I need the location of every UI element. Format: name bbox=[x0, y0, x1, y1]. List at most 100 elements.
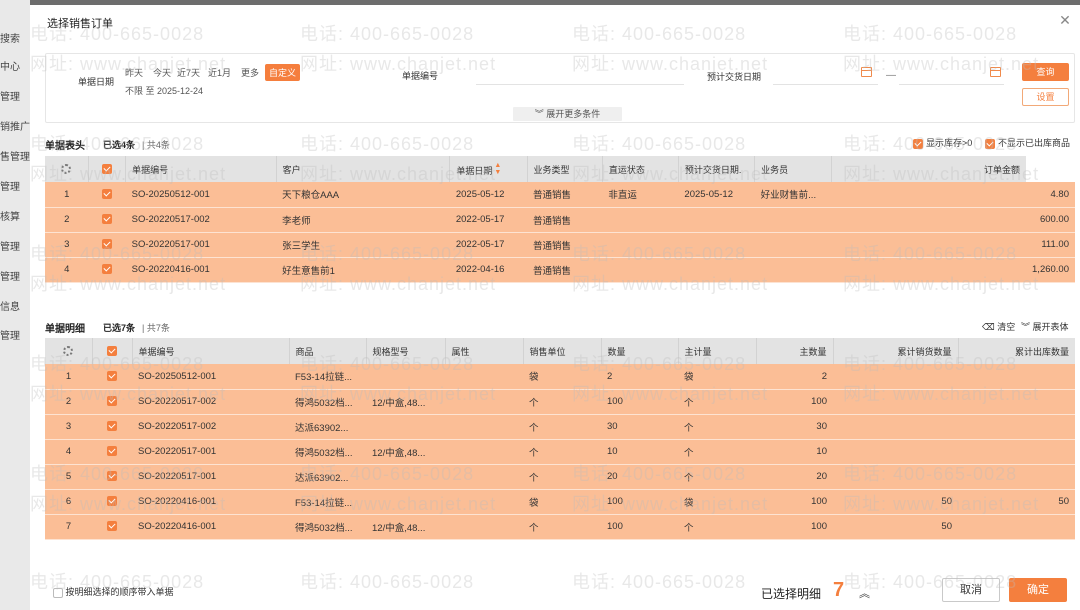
row-checkbox[interactable] bbox=[88, 207, 126, 233]
row-checkbox[interactable] bbox=[88, 257, 126, 283]
cancel-button[interactable]: 取消 bbox=[942, 578, 1000, 602]
date-option-custom[interactable]: 自定义 bbox=[265, 64, 301, 81]
gear-icon[interactable] bbox=[63, 346, 74, 357]
background-nav-item: 信息 bbox=[0, 302, 20, 313]
table-row[interactable]: 3 SO-20220517-001 张三学生 2022-05-17 普通销售 111.00 bbox=[45, 232, 1075, 258]
table-row[interactable]: 1 SO-20250512-001 天下粮仓AAA 2025-05-12 普通销售 非直运… bbox=[45, 182, 1075, 208]
checkbox-checked-icon[interactable] bbox=[107, 521, 117, 532]
row-checkbox[interactable] bbox=[92, 389, 132, 415]
col-salesperson[interactable]: 业务员 bbox=[754, 156, 833, 182]
order-by-selection-option[interactable]: 按明细选择的顺序带入单据 bbox=[53, 585, 174, 598]
sort-icon[interactable]: ▲ ▼ bbox=[494, 162, 501, 176]
table-row[interactable]: 1 SO-20250512-001 F53-14拉链... 袋 2 袋 2 bbox=[45, 364, 1075, 390]
checkbox-checked-icon[interactable] bbox=[102, 214, 113, 225]
calendar-icon[interactable] bbox=[861, 67, 872, 77]
query-button[interactable]: 查询 bbox=[1022, 63, 1069, 81]
cell-sales-unit: 个 bbox=[523, 464, 601, 490]
checkbox-checked-icon[interactable] bbox=[107, 471, 117, 482]
checkbox-checked-icon[interactable] bbox=[107, 371, 117, 382]
expand-body-button[interactable]: ︾ 展开表体 bbox=[1021, 320, 1069, 333]
row-checkbox[interactable] bbox=[88, 232, 126, 258]
checkbox-unchecked-icon[interactable] bbox=[53, 587, 63, 598]
date-option-more[interactable]: 更多 bbox=[241, 66, 259, 79]
cell-cum-out bbox=[958, 364, 1075, 390]
checkbox-checked-icon[interactable] bbox=[913, 138, 923, 149]
col-sales-unit[interactable]: 销售单位 bbox=[523, 338, 602, 364]
col-main-unit[interactable]: 主计量 bbox=[678, 338, 757, 364]
col-main-qty[interactable]: 主数量 bbox=[756, 338, 834, 364]
gear-icon[interactable] bbox=[61, 164, 72, 175]
col-doc-no[interactable]: 单据编号 bbox=[125, 156, 277, 182]
checkbox-checked-icon[interactable] bbox=[107, 446, 117, 457]
date-option-yesterday[interactable]: 昨天 bbox=[125, 66, 143, 79]
clear-button[interactable]: ⌫ 清空 bbox=[982, 320, 1015, 333]
checkbox-checked-icon[interactable] bbox=[102, 264, 113, 275]
close-icon[interactable]: ✕ bbox=[1058, 13, 1072, 27]
col-biz-type[interactable]: 业务类型 bbox=[527, 156, 603, 182]
chevron-up-icon[interactable]: ︽ bbox=[859, 585, 870, 601]
date-option-7days[interactable]: 近7天 bbox=[177, 66, 200, 79]
doc-no-input[interactable] bbox=[476, 84, 684, 85]
background-nav-item: 管理 bbox=[0, 331, 20, 342]
expand-more-conditions[interactable]: ︾ 展开更多条件 bbox=[513, 107, 622, 121]
row-checkbox[interactable] bbox=[92, 414, 132, 440]
col-customer[interactable]: 客户 bbox=[276, 156, 451, 182]
cell-salesperson: 好业财售前... bbox=[754, 182, 832, 208]
col-doc-date[interactable]: 单据日期▲ ▼ bbox=[449, 156, 528, 182]
row-checkbox[interactable] bbox=[92, 514, 132, 540]
col-order-amount[interactable]: 订单金额 bbox=[831, 156, 1027, 182]
header-selected-count: 已选4条 bbox=[103, 140, 136, 150]
col-attribute[interactable]: 属性 bbox=[445, 338, 524, 364]
table-row[interactable]: 4 SO-20220517-001 得鸿5032档... 12/中盒,48... 个 10… bbox=[45, 439, 1075, 465]
col-spec[interactable]: 规格型号 bbox=[366, 338, 446, 364]
row-checkbox[interactable] bbox=[88, 182, 126, 208]
select-all-checkbox[interactable] bbox=[88, 156, 127, 182]
table-row[interactable]: 2 SO-20220517-002 李老师 2022-05-17 普通销售 600.00 bbox=[45, 207, 1075, 233]
date-option-1month[interactable]: 近1月 bbox=[208, 66, 231, 79]
col-cum-out[interactable]: 累计出库数量 bbox=[958, 338, 1075, 364]
delivery-date-start-input[interactable] bbox=[773, 84, 878, 85]
column-settings[interactable] bbox=[45, 156, 89, 182]
col-cum-sales[interactable]: 累计销货数量 bbox=[833, 338, 959, 364]
row-checkbox[interactable] bbox=[92, 439, 132, 465]
select-all-checkbox[interactable] bbox=[92, 338, 133, 364]
checkbox-checked-icon[interactable] bbox=[102, 164, 113, 175]
checkbox-checked-icon[interactable] bbox=[107, 346, 117, 357]
table-row[interactable]: 7 SO-20220416-001 得鸿5032档... 12/中盒,48... 个 10… bbox=[45, 514, 1075, 540]
cell-sales-unit: 袋 bbox=[523, 489, 601, 515]
delivery-date-end-input[interactable] bbox=[899, 84, 1004, 85]
calendar-icon[interactable] bbox=[990, 67, 1001, 77]
checkbox-checked-icon[interactable] bbox=[107, 396, 117, 407]
col-product[interactable]: 商品 bbox=[289, 338, 367, 364]
table-row[interactable]: 6 SO-20220416-001 F53-14拉链... 袋 100 袋 100 50 50 bbox=[45, 489, 1075, 515]
row-checkbox[interactable] bbox=[92, 489, 132, 515]
table-row[interactable]: 2 SO-20220517-002 得鸿5032档... 12/中盒,48... 个 10… bbox=[45, 389, 1075, 415]
cell-product: 得鸿5032档... bbox=[289, 389, 366, 415]
table-row[interactable]: 5 SO-20220517-001 达派63902... 个 20 个 20 bbox=[45, 464, 1075, 490]
row-checkbox[interactable] bbox=[92, 364, 132, 390]
checkbox-checked-icon[interactable] bbox=[985, 138, 995, 149]
col-doc-no[interactable]: 单据编号 bbox=[132, 338, 290, 364]
column-settings[interactable] bbox=[45, 338, 93, 364]
checkbox-checked-icon[interactable] bbox=[107, 421, 117, 432]
show-stock-option[interactable]: 显示库存>0 bbox=[913, 136, 972, 149]
cell-customer: 好生意售前1 bbox=[276, 257, 450, 283]
checkbox-checked-icon[interactable] bbox=[102, 189, 113, 200]
row-checkbox[interactable] bbox=[92, 464, 132, 490]
clear-label: 清空 bbox=[997, 322, 1016, 332]
cell-doc-no: SO-20220517-001 bbox=[132, 464, 289, 490]
confirm-button[interactable]: 确定 bbox=[1009, 578, 1067, 602]
settings-button[interactable]: 设置 bbox=[1022, 88, 1069, 106]
col-quantity[interactable]: 数量 bbox=[601, 338, 679, 364]
date-option-today[interactable]: 今天 bbox=[153, 66, 171, 79]
cell-attribute bbox=[445, 364, 523, 390]
table-header-row: 单据编号 客户 单据日期▲ ▼ 业务类型 直运状态 预计交货日期. 业务员 订单金… bbox=[45, 156, 1075, 182]
col-direct-status[interactable]: 直运状态 bbox=[602, 156, 679, 182]
table-row[interactable]: 3 SO-20220517-002 达派63902... 个 30 个 30 bbox=[45, 414, 1075, 440]
col-delivery-date[interactable]: 预计交货日期. bbox=[678, 156, 756, 182]
checkbox-checked-icon[interactable] bbox=[107, 496, 117, 507]
table-row[interactable]: 4 SO-20220416-001 好生意售前1 2022-04-16 普通销售 1,26… bbox=[45, 257, 1075, 283]
checkbox-checked-icon[interactable] bbox=[102, 239, 113, 250]
cell-cum-sales bbox=[833, 464, 958, 490]
hide-shipped-option[interactable]: 不显示已出库商品 bbox=[985, 136, 1070, 149]
